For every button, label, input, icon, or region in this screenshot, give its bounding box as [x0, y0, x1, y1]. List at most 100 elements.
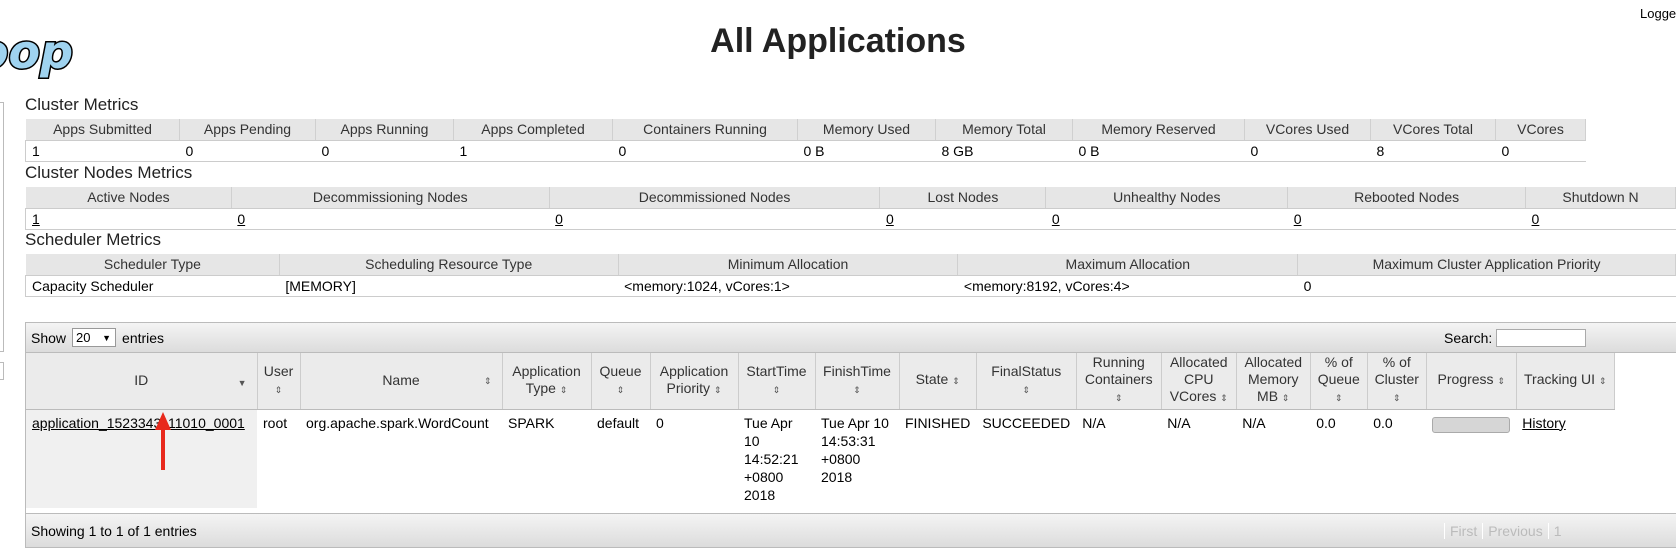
- pagination: First Previous 1: [1444, 523, 1566, 539]
- metric-value: 0 B: [1072, 140, 1245, 162]
- cell-user: root: [263, 414, 288, 431]
- applications-panel: Show 20 ▼ entries Search: ID ▼ User ⇕ Nam…: [25, 322, 1676, 548]
- column-header-name[interactable]: Name ⇕: [300, 353, 503, 410]
- metric-value: 0: [1244, 140, 1371, 162]
- column-header-tracking-ui[interactable]: Tracking UI ⇕: [1516, 353, 1615, 410]
- metric-value: 1: [453, 140, 613, 162]
- metric-header: Apps Completed: [453, 119, 613, 141]
- entries-select-value: 20: [76, 330, 91, 345]
- metric-header: Memory Used: [797, 119, 936, 141]
- sort-icon: ⇕: [274, 384, 283, 395]
- column-header-finalstatus[interactable]: FinalStatus ⇕: [976, 353, 1077, 410]
- metric-value: 8: [1370, 140, 1496, 162]
- scheduler-header: Minimum Allocation: [617, 254, 959, 276]
- metric-header: Containers Running: [612, 119, 798, 141]
- cluster-nodes-metrics-table: Active Nodes Decommissioning Nodes Decom…: [25, 187, 1676, 230]
- node-metric-header: Rebooted Nodes: [1287, 187, 1527, 209]
- nav-sidebar-edge: [0, 102, 4, 352]
- metric-value: 0: [1495, 140, 1586, 162]
- node-metric-header: Lost Nodes: [879, 187, 1047, 209]
- sort-icon: ⇕: [616, 384, 625, 395]
- metric-header: Apps Submitted: [25, 119, 180, 141]
- applications-table: ID ▼ User ⇕ Name ⇕ Application Type ⇕ Que…: [26, 353, 1615, 508]
- cluster-metrics-table: Apps Submitted Apps Pending Apps Running…: [25, 119, 1586, 162]
- entries-select[interactable]: 20 ▼: [72, 328, 117, 347]
- metric-header: Apps Pending: [179, 119, 316, 141]
- column-header-application-priority[interactable]: Application Priority ⇕: [650, 353, 739, 410]
- table-row: application_1523343111010_0001 root org.…: [26, 409, 1614, 508]
- column-header-id[interactable]: ID ▼: [26, 353, 258, 410]
- scheduler-value: <memory:8192, vCores:4>: [957, 275, 1298, 297]
- scheduler-header: Scheduler Type: [25, 254, 280, 276]
- column-header-pct-queue[interactable]: % of Queue ⇕: [1310, 353, 1368, 410]
- cluster-metrics-header-row: Apps Submitted Apps Pending Apps Running…: [25, 119, 1586, 141]
- metric-header: Memory Total: [935, 119, 1073, 141]
- column-header-pct-cluster[interactable]: % of Cluster ⇕: [1367, 353, 1427, 410]
- cluster-metrics-value-row: 1 0 0 1 0 0 B 8 GB 0 B 0 8 0: [25, 140, 1586, 162]
- sort-icon: ⇕: [1220, 393, 1228, 404]
- cell-queue: default: [597, 414, 640, 431]
- node-metric-header: Active Nodes: [25, 187, 232, 209]
- metric-value: 0: [612, 140, 798, 162]
- column-header-allocated-cpu-vcores[interactable]: Allocated CPU VCores ⇕: [1161, 353, 1237, 410]
- pager-first-button[interactable]: First: [1444, 523, 1482, 539]
- search-input[interactable]: [1496, 329, 1587, 347]
- logged-in-label: Logge: [1640, 6, 1676, 21]
- sort-icon: ⇕: [1022, 384, 1031, 395]
- node-metric-header: Decommissioned Nodes: [548, 187, 881, 209]
- metric-header: Apps Running: [315, 119, 454, 141]
- scheduler-value: [MEMORY]: [279, 275, 619, 297]
- sort-icon: ⇕: [1114, 393, 1123, 404]
- column-header-application-type[interactable]: Application Type ⇕: [502, 353, 592, 410]
- cell-application-type: SPARK: [508, 414, 555, 431]
- column-header-starttime[interactable]: StartTime ⇕: [738, 353, 816, 410]
- shutdown-nodes-link[interactable]: 0: [1532, 211, 1540, 227]
- scheduler-metrics-title: Scheduler Metrics: [25, 230, 162, 249]
- search-label: Search:: [1444, 330, 1493, 346]
- unhealthy-nodes-link[interactable]: 0: [1052, 211, 1060, 227]
- metric-header: VCores Used: [1244, 119, 1371, 141]
- metric-header: VCores: [1495, 119, 1586, 141]
- pager-previous-button[interactable]: Previous: [1482, 523, 1547, 539]
- select-arrow-icon: ▼: [102, 332, 112, 343]
- page-title: All Applications: [710, 22, 966, 60]
- column-header-user[interactable]: User ⇕: [257, 353, 301, 410]
- sort-desc-icon: ▼: [237, 378, 247, 388]
- sort-icon: ⇕: [713, 384, 722, 395]
- sort-icon: ⇕: [1392, 393, 1401, 404]
- column-header-progress[interactable]: Progress ⇕: [1426, 353, 1517, 410]
- column-header-state[interactable]: State ⇕: [899, 353, 977, 410]
- nav-sidebar-edge-lower: [0, 362, 4, 380]
- metric-value: 8 GB: [935, 140, 1073, 162]
- entries-info: Showing 1 to 1 of 1 entries: [31, 522, 197, 539]
- rebooted-nodes-link[interactable]: 0: [1294, 211, 1302, 227]
- pager-page-1-button[interactable]: 1: [1547, 523, 1567, 539]
- column-header-finishtime[interactable]: FinishTime ⇕: [815, 353, 900, 410]
- sort-icon: ⇕: [952, 376, 960, 387]
- lost-nodes-link[interactable]: 0: [886, 211, 894, 227]
- decommissioned-nodes-link[interactable]: 0: [555, 211, 563, 227]
- cell-state: FINISHED: [905, 414, 971, 431]
- sort-icon: ⇕: [1334, 393, 1343, 404]
- cell-name: org.apache.spark.WordCount: [306, 414, 489, 431]
- column-header-allocated-memory-mb[interactable]: Allocated Memory MB ⇕: [1236, 353, 1311, 410]
- history-link[interactable]: History: [1522, 415, 1566, 431]
- active-nodes-link[interactable]: 1: [32, 211, 40, 227]
- scheduler-header: Scheduling Resource Type: [278, 254, 619, 276]
- sort-icon: ⇕: [772, 384, 781, 395]
- scheduler-value: Capacity Scheduler: [25, 275, 280, 297]
- application-id-link[interactable]: application_1523343111010_0001: [32, 415, 245, 431]
- metric-header: VCores Total: [1370, 119, 1496, 141]
- column-header-running-containers[interactable]: Running Containers ⇕: [1076, 353, 1162, 410]
- scheduler-header: Maximum Allocation: [957, 254, 1299, 276]
- scheduler-value: 0: [1297, 275, 1676, 297]
- cell-memory-mb: N/A: [1242, 414, 1266, 431]
- table-toolbar: Show 20 ▼ entries Search:: [26, 323, 1676, 353]
- table-header-row: ID ▼ User ⇕ Name ⇕ Application Type ⇕ Que…: [26, 353, 1615, 410]
- decommissioning-nodes-link[interactable]: 0: [237, 211, 245, 227]
- node-metric-header: Unhealthy Nodes: [1045, 187, 1289, 209]
- show-label: Show: [31, 329, 67, 346]
- column-header-queue[interactable]: Queue ⇕: [591, 353, 651, 410]
- sort-icon: ⇕: [1281, 393, 1290, 404]
- scheduler-metrics-table: Scheduler Type Scheduling Resource Type …: [25, 254, 1676, 297]
